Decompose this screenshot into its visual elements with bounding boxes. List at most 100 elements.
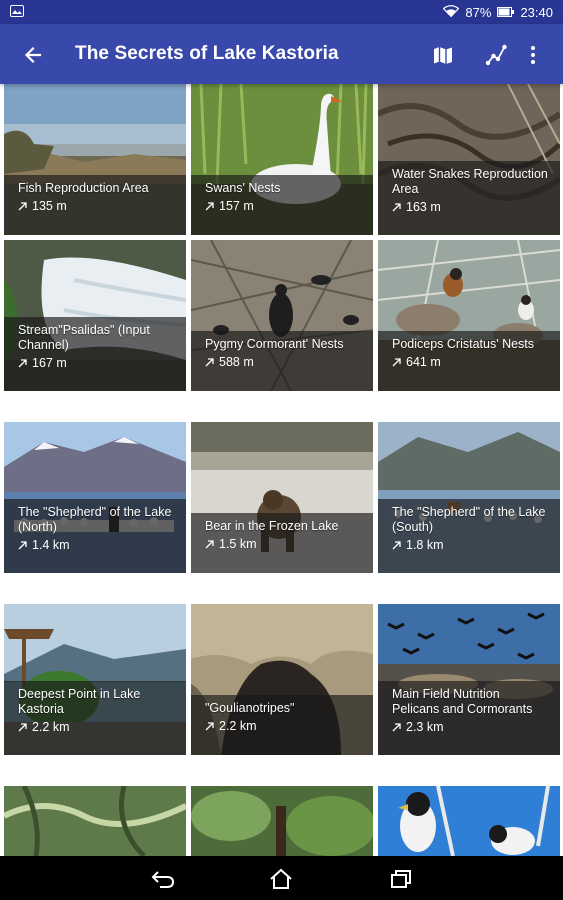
place-distance: 135 m [32, 199, 67, 213]
place-card[interactable]: "Goulianotripes" 2.2 km [191, 604, 373, 755]
nav-back-icon [151, 871, 175, 888]
place-caption: "Goulianotripes" 2.2 km [191, 695, 373, 755]
place-photo [191, 786, 373, 856]
status-bar: 87% 23:40 [0, 0, 563, 24]
wifi-icon [443, 4, 460, 20]
place-distance: 2.2 km [32, 720, 70, 734]
place-distance: 163 m [406, 200, 441, 214]
nav-back-button[interactable] [150, 866, 176, 892]
place-name: "Goulianotripes" [205, 701, 295, 715]
place-distance-row: 641 m [392, 355, 550, 370]
place-distance: 167 m [32, 356, 67, 370]
route-button[interactable] [481, 40, 511, 70]
more-vert-icon [531, 46, 535, 64]
place-distance-row: 163 m [392, 200, 550, 215]
place-distance: 588 m [219, 355, 254, 369]
place-name: Stream"Psalidas" (Input Channel) [18, 323, 150, 352]
place-photo [4, 786, 186, 856]
place-name: Podiceps Cristatus' Nests [392, 337, 535, 351]
place-card[interactable]: Swans' Nests 157 m [191, 84, 373, 235]
place-caption: Stream"Psalidas" (Input Channel) 167 m [4, 317, 186, 391]
place-card[interactable] [191, 786, 373, 856]
photo-notification-icon [10, 5, 24, 20]
place-name: Water Snakes Reproduction Area [392, 167, 548, 196]
place-caption: Main Field Nutrition Pelicans and Cormor… [378, 681, 560, 755]
back-button[interactable] [18, 40, 48, 70]
system-navigation-bar [0, 856, 563, 900]
place-card[interactable]: Pygmy Cormorant' Nests 588 m [191, 240, 373, 391]
place-photo [378, 786, 560, 856]
north-east-arrow-icon [205, 202, 214, 211]
place-caption: Bear in the Frozen Lake 1.5 km [191, 513, 373, 573]
place-name: Pygmy Cormorant' Nests [205, 337, 344, 351]
north-east-arrow-icon [18, 541, 27, 550]
place-card[interactable] [378, 786, 560, 856]
place-distance-row: 2.2 km [18, 720, 176, 735]
north-east-arrow-icon [18, 359, 27, 368]
clock: 23:40 [520, 4, 553, 20]
place-name: The "Shepherd" of the Lake (North) [18, 505, 172, 534]
places-grid: Fish Reproduction Area 135 m Swans' Nest… [4, 84, 560, 856]
battery-icon [497, 5, 515, 20]
page-title: The Secrets of Lake Kastoria [75, 43, 339, 64]
route-icon [485, 44, 507, 66]
place-distance-row: 2.2 km [205, 719, 363, 734]
more-options-button[interactable] [518, 40, 548, 70]
north-east-arrow-icon [205, 540, 214, 549]
place-distance-row: 135 m [18, 199, 176, 214]
place-name: The "Shepherd" of the Lake (South) [392, 505, 546, 534]
place-distance-row: 588 m [205, 355, 363, 370]
place-card[interactable]: The "Shepherd" of the Lake (North) 1.4 k… [4, 422, 186, 573]
place-caption: Swans' Nests 157 m [191, 175, 373, 235]
place-card[interactable]: Deepest Point in Lake Kastoria 2.2 km [4, 604, 186, 755]
place-distance: 1.8 km [406, 538, 444, 552]
place-name: Swans' Nests [205, 181, 281, 195]
place-distance: 2.3 km [406, 720, 444, 734]
place-distance-row: 1.8 km [392, 538, 550, 553]
place-caption: Podiceps Cristatus' Nests 641 m [378, 331, 560, 391]
nav-recents-icon [391, 870, 411, 888]
place-caption: The "Shepherd" of the Lake (North) 1.4 k… [4, 499, 186, 573]
north-east-arrow-icon [18, 202, 27, 211]
place-distance-row: 167 m [18, 356, 176, 371]
place-name: Main Field Nutrition Pelicans and Cormor… [392, 687, 533, 716]
place-name: Deepest Point in Lake Kastoria [18, 687, 141, 716]
place-caption: The "Shepherd" of the Lake (South) 1.8 k… [378, 499, 560, 573]
place-distance-row: 1.4 km [18, 538, 176, 553]
place-card[interactable] [4, 786, 186, 856]
north-east-arrow-icon [392, 358, 401, 367]
north-east-arrow-icon [205, 358, 214, 367]
place-card[interactable]: Water Snakes Reproduction Area 163 m [378, 84, 560, 235]
place-distance: 1.4 km [32, 538, 70, 552]
place-name: Fish Reproduction Area [18, 181, 149, 195]
north-east-arrow-icon [392, 723, 401, 732]
place-card[interactable]: Bear in the Frozen Lake 1.5 km [191, 422, 373, 573]
map-button[interactable] [428, 40, 458, 70]
nav-recents-button[interactable] [388, 866, 414, 892]
place-distance: 157 m [219, 199, 254, 213]
north-east-arrow-icon [392, 203, 401, 212]
place-distance-row: 157 m [205, 199, 363, 214]
place-distance: 2.2 km [219, 719, 257, 733]
place-caption: Water Snakes Reproduction Area 163 m [378, 161, 560, 235]
place-card[interactable]: Main Field Nutrition Pelicans and Cormor… [378, 604, 560, 755]
place-distance-row: 1.5 km [205, 537, 363, 552]
place-caption: Fish Reproduction Area 135 m [4, 175, 186, 235]
nav-home-icon [270, 868, 292, 889]
app-bar: The Secrets of Lake Kastoria [0, 24, 563, 84]
place-card[interactable]: Stream"Psalidas" (Input Channel) 167 m [4, 240, 186, 391]
battery-percent: 87% [465, 4, 492, 20]
place-distance-row: 2.3 km [392, 720, 550, 735]
place-card[interactable]: Fish Reproduction Area 135 m [4, 84, 186, 235]
map-icon [434, 46, 452, 64]
place-caption: Pygmy Cormorant' Nests 588 m [191, 331, 373, 391]
place-distance: 1.5 km [219, 537, 257, 551]
place-card[interactable]: Podiceps Cristatus' Nests 641 m [378, 240, 560, 391]
nav-home-button[interactable] [268, 866, 294, 892]
north-east-arrow-icon [205, 722, 214, 731]
arrow-back-icon [24, 46, 42, 64]
place-caption: Deepest Point in Lake Kastoria 2.2 km [4, 681, 186, 755]
north-east-arrow-icon [392, 541, 401, 550]
place-distance: 641 m [406, 355, 441, 369]
place-card[interactable]: The "Shepherd" of the Lake (South) 1.8 k… [378, 422, 560, 573]
